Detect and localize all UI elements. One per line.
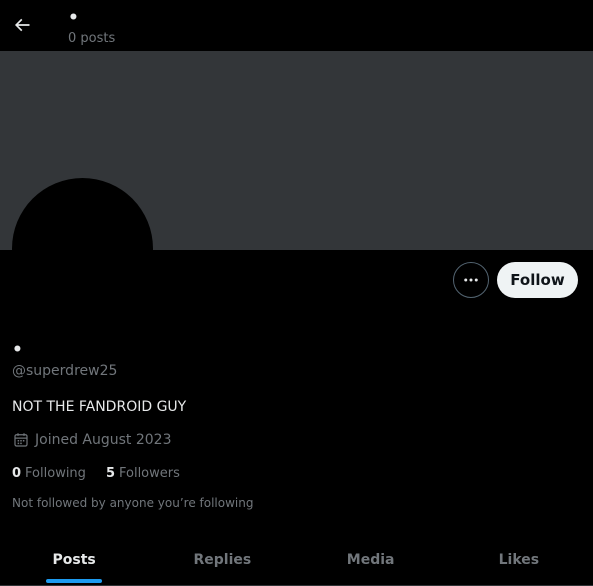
calendar-icon [14, 433, 28, 447]
following-label: Following [25, 465, 86, 481]
followers-count: 5 [105, 465, 115, 481]
following-link[interactable]: 0 Following [12, 466, 86, 481]
follow-button[interactable]: Follow [497, 262, 578, 298]
tab-replies[interactable]: Replies [148, 533, 296, 586]
profile-page: • 0 posts Follow • @superdrew25 NOT THE … [0, 0, 593, 586]
header-display-name: • [68, 8, 79, 28]
arrow-left-icon [14, 18, 30, 32]
avatar[interactable] [12, 178, 153, 319]
tab-media[interactable]: Media [297, 533, 445, 586]
top-bar: • 0 posts [0, 0, 593, 51]
user-bio: NOT THE FANDROID GUY [12, 399, 187, 415]
followers-link[interactable]: 5 Followers [106, 466, 180, 481]
followers-label: Followers [118, 465, 180, 481]
active-tab-indicator [46, 579, 103, 583]
tab-label: Replies [193, 551, 252, 568]
back-button[interactable] [6, 9, 38, 41]
tab-label: Media [346, 551, 395, 568]
not-followed-notice: Not followed by anyone you’re following [12, 496, 254, 510]
display-name: • [12, 340, 23, 360]
follow-stats: 0 Following 5 Followers [12, 464, 180, 482]
tab-likes[interactable]: Likes [445, 533, 593, 586]
profile-tabs: Posts Replies Media Likes [0, 533, 593, 586]
following-count: 0 [12, 465, 22, 481]
joined-text: Joined August 2023 [35, 432, 172, 448]
more-options-button[interactable] [453, 262, 489, 298]
user-handle: @superdrew25 [12, 363, 118, 379]
more-horizontal-icon [464, 278, 478, 282]
tab-posts[interactable]: Posts [0, 533, 148, 586]
tab-label: Posts [52, 551, 96, 568]
header-post-count: 0 posts [68, 31, 116, 46]
tab-label: Likes [498, 551, 540, 568]
joined-date: Joined August 2023 [12, 431, 171, 449]
